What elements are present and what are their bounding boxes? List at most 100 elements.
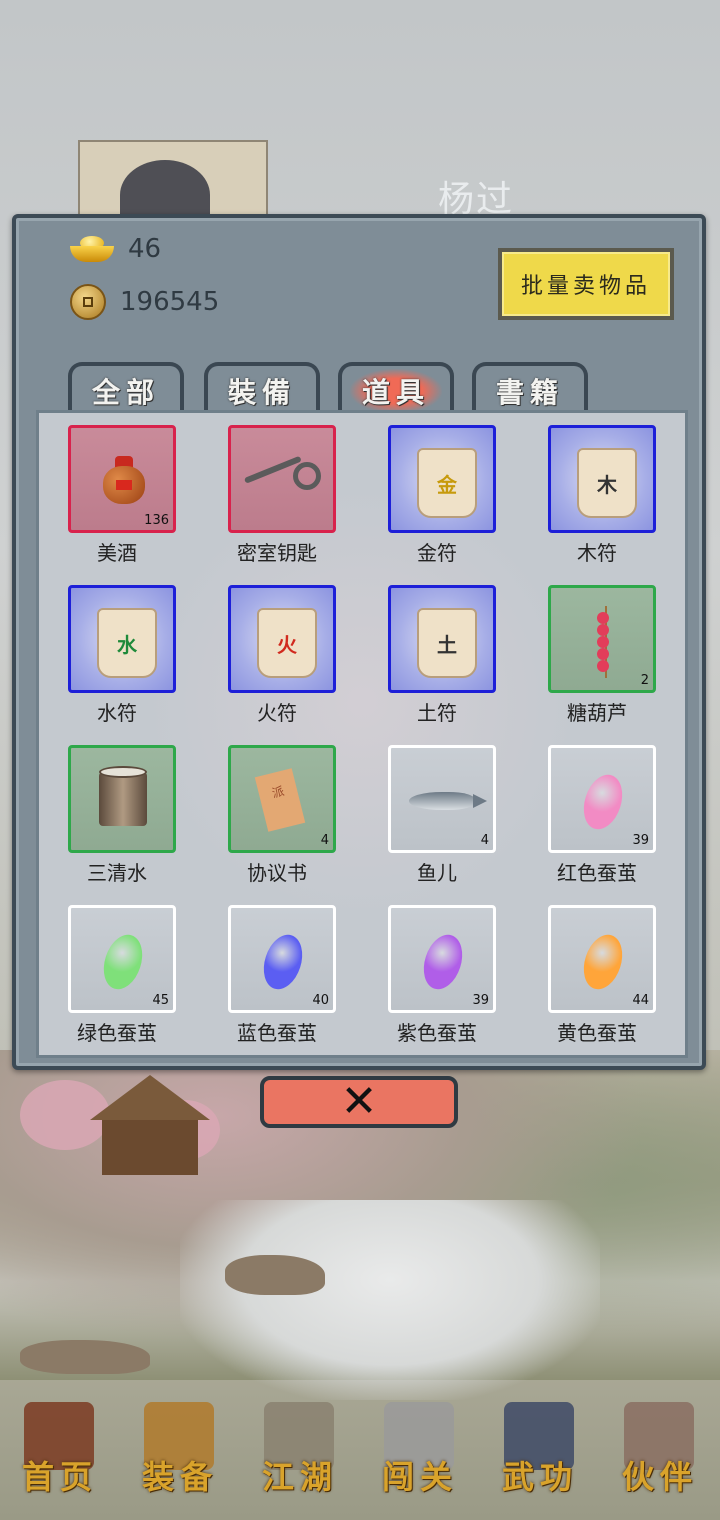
- candied-haws-icon: [597, 606, 609, 678]
- inventory-item: 密室钥匙: [207, 413, 347, 565]
- wine-jar-icon: [103, 454, 145, 504]
- tab-items[interactable]: 道具: [338, 362, 454, 416]
- item-slot[interactable]: 土: [388, 585, 496, 693]
- copper-coin-icon: [70, 284, 106, 320]
- item-name: 协议书: [247, 861, 307, 885]
- inventory-item: 4 鱼儿: [367, 733, 507, 885]
- cocoon-icon: [417, 929, 469, 995]
- inventory-item: 土土符: [367, 573, 507, 725]
- item-slot[interactable]: [228, 425, 336, 533]
- item-name: 绿色蚕茧: [77, 1021, 157, 1045]
- talisman-glyph: 金: [437, 472, 457, 497]
- inventory-panel: 46 196545 批量卖物品 全部 裝備 道具 書籍 136 美酒 密室钥匙 金金符…: [12, 214, 706, 1070]
- item-count: 39: [632, 833, 649, 848]
- inventory-item: 木木符: [527, 413, 667, 565]
- item-slot[interactable]: 39: [388, 905, 496, 1013]
- gold-ingot-value: 46: [128, 234, 162, 264]
- item-count: 4: [480, 833, 489, 848]
- item-slot[interactable]: 2: [548, 585, 656, 693]
- item-slot[interactable]: 4: [388, 745, 496, 853]
- item-slot[interactable]: 40: [228, 905, 336, 1013]
- item-count: 4: [320, 833, 329, 848]
- inventory-item: 39 红色蚕茧: [527, 733, 667, 885]
- item-name: 土符: [417, 701, 457, 725]
- item-slot[interactable]: 45: [68, 905, 176, 1013]
- talisman-glyph: 土: [437, 632, 457, 657]
- copper-coin-row: 196545: [70, 284, 219, 320]
- talisman-icon: 水: [97, 608, 157, 678]
- item-name: 美酒: [97, 541, 137, 565]
- item-name: 密室钥匙: [237, 541, 317, 565]
- inventory-item: 三清水: [47, 733, 187, 885]
- item-grid: 136 美酒 密室钥匙金金符木木符水水符火火符土土符 2 糖葫芦 三清水派 4 协议书 4 鱼儿 3…: [36, 410, 688, 1058]
- hero-portrait: [78, 140, 268, 230]
- nav-item[interactable]: 武功: [480, 1380, 600, 1520]
- item-slot[interactable]: 木: [548, 425, 656, 533]
- tab-all[interactable]: 全部: [68, 362, 184, 416]
- stone-decoration: [225, 1255, 325, 1295]
- inventory-item: 39 紫色蚕茧: [367, 893, 507, 1045]
- close-icon: ✕: [340, 1076, 378, 1127]
- talisman-icon: 土: [417, 608, 477, 678]
- nav-item[interactable]: 装备: [120, 1380, 240, 1520]
- tab-books[interactable]: 書籍: [472, 362, 588, 416]
- nav-label: 伙伴: [621, 1458, 698, 1496]
- fish-icon: [409, 792, 487, 810]
- talisman-glyph: 火: [277, 632, 297, 657]
- item-name: 水符: [97, 701, 137, 725]
- inventory-item: 派 4 协议书: [207, 733, 347, 885]
- item-count: 39: [472, 993, 489, 1008]
- cocoon-icon: [257, 929, 309, 995]
- talisman-icon: 金: [417, 448, 477, 518]
- gold-ingot-icon: [70, 236, 114, 262]
- inventory-item: 2 糖葫芦: [527, 573, 667, 725]
- nav-item[interactable]: 江湖: [240, 1380, 360, 1520]
- key-icon: [243, 455, 323, 498]
- item-slot[interactable]: [68, 745, 176, 853]
- hut-decoration: [90, 1075, 210, 1175]
- inventory-item: 火火符: [207, 573, 347, 725]
- inventory-item: 45 绿色蚕茧: [47, 893, 187, 1045]
- inventory-item: 金金符: [367, 413, 507, 565]
- item-name: 黄色蚕茧: [557, 1021, 637, 1045]
- talisman-icon: 木: [577, 448, 637, 518]
- item-slot[interactable]: 火: [228, 585, 336, 693]
- category-tabs: 全部 裝備 道具 書籍: [68, 362, 628, 416]
- item-count: 45: [152, 993, 169, 1008]
- nav-label: 首页: [21, 1458, 98, 1496]
- nav-item[interactable]: 首页: [0, 1380, 120, 1520]
- bucket-icon: [99, 766, 147, 826]
- nav-label: 装备: [141, 1458, 218, 1496]
- item-name: 木符: [577, 541, 617, 565]
- inventory-item: 40 蓝色蚕茧: [207, 893, 347, 1045]
- gold-ingot-row: 46: [70, 234, 161, 264]
- scroll-glyph: 派: [270, 783, 286, 801]
- nav-label: 闯关: [381, 1458, 458, 1496]
- nav-label: 江湖: [261, 1458, 338, 1496]
- item-slot[interactable]: 136: [68, 425, 176, 533]
- stone-decoration: [20, 1340, 150, 1374]
- item-name: 金符: [417, 541, 457, 565]
- scroll-icon: 派: [254, 768, 306, 832]
- item-slot[interactable]: 44: [548, 905, 656, 1013]
- nav-item[interactable]: 闯关: [360, 1380, 480, 1520]
- item-name: 紫色蚕茧: [397, 1021, 477, 1045]
- item-name: 蓝色蚕茧: [237, 1021, 317, 1045]
- item-name: 红色蚕茧: [557, 861, 637, 885]
- inventory-item: 水水符: [47, 573, 187, 725]
- close-button[interactable]: ✕: [260, 1076, 458, 1128]
- nav-label: 武功: [501, 1458, 578, 1496]
- cocoon-icon: [97, 929, 149, 995]
- bulk-sell-button[interactable]: 批量卖物品: [498, 248, 674, 320]
- item-slot[interactable]: 派4: [228, 745, 336, 853]
- bottom-nav: 首页 装备 江湖 闯关 武功 伙伴: [0, 1380, 720, 1520]
- item-slot[interactable]: 39: [548, 745, 656, 853]
- item-slot[interactable]: 水: [68, 585, 176, 693]
- nav-item[interactable]: 伙伴: [600, 1380, 720, 1520]
- copper-coin-value: 196545: [120, 287, 220, 317]
- cocoon-icon: [577, 929, 629, 995]
- cocoon-icon: [577, 769, 629, 835]
- talisman-glyph: 水: [117, 632, 137, 657]
- item-slot[interactable]: 金: [388, 425, 496, 533]
- tab-equipment[interactable]: 裝備: [204, 362, 320, 416]
